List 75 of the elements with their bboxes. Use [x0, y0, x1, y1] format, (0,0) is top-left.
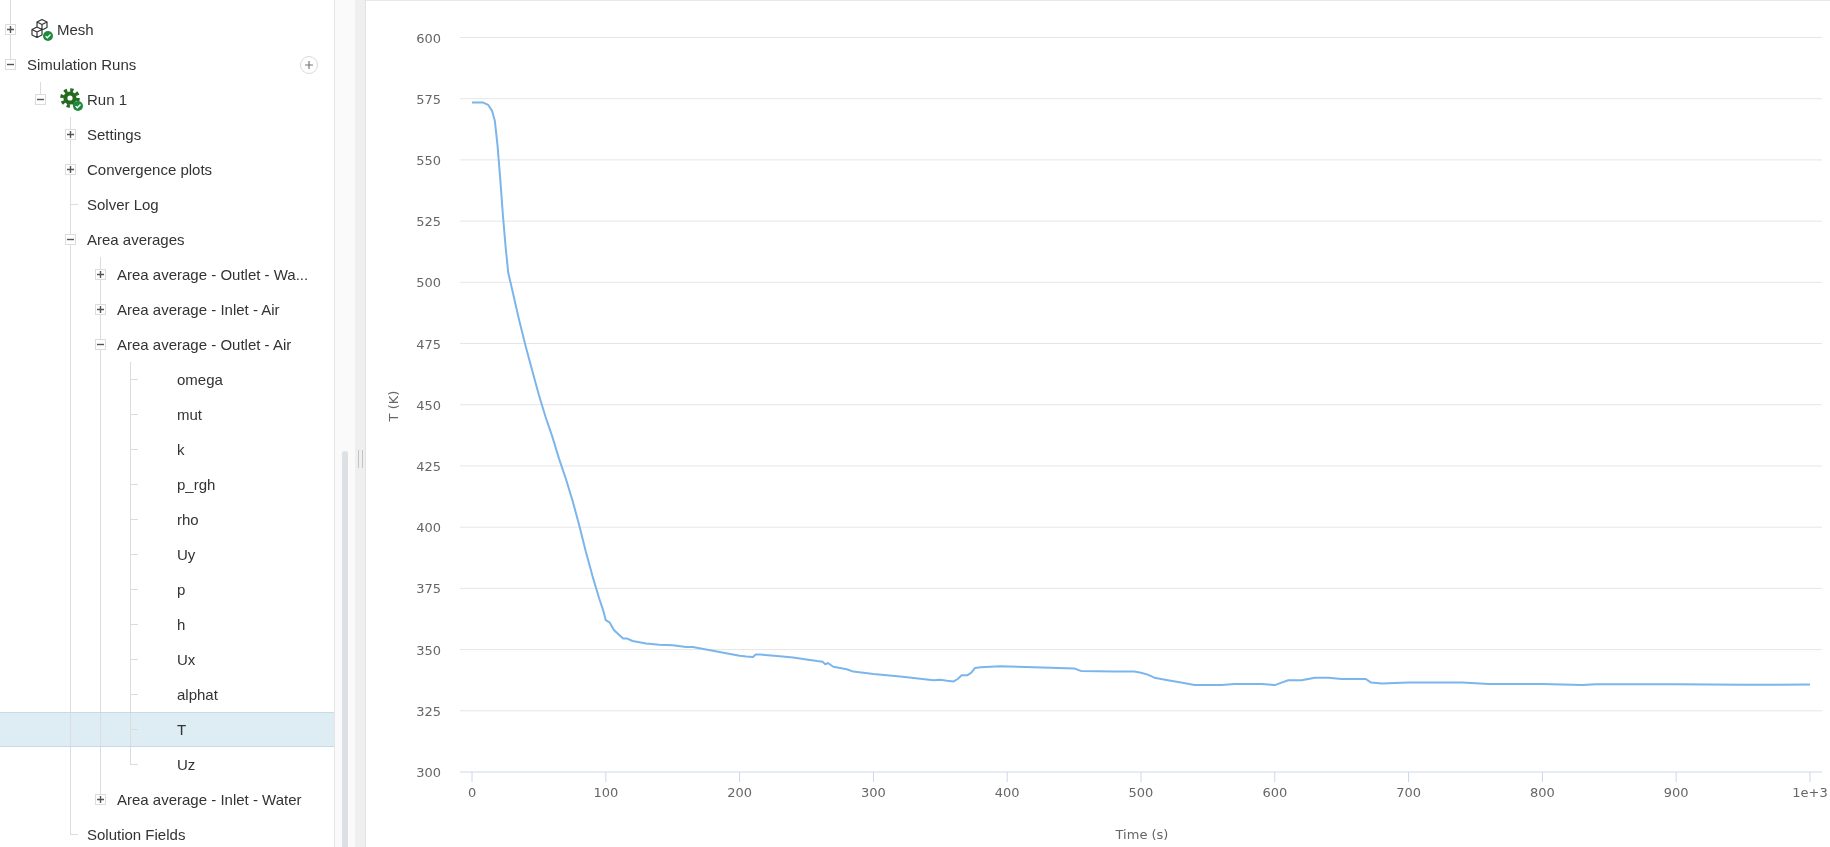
- x-axis-label: 600: [1262, 785, 1288, 800]
- x-axis-label: 0: [467, 785, 477, 800]
- y-axis-label: 450: [416, 397, 441, 413]
- tree-toggle[interactable]: [65, 129, 76, 140]
- tree-toggle[interactable]: [95, 339, 106, 350]
- y-axis-label: 525: [416, 214, 441, 230]
- minus-icon: [67, 236, 74, 243]
- minus-icon: [7, 61, 14, 68]
- tree-item[interactable]: k: [0, 432, 334, 467]
- grip-icon: [357, 450, 363, 468]
- x-axis-label: 400: [994, 785, 1020, 800]
- tree-item[interactable]: Convergence plots: [0, 152, 334, 187]
- plus-icon: [67, 131, 74, 138]
- tree-item[interactable]: Area average - Outlet - Wa...: [0, 257, 334, 292]
- tree-item[interactable]: Area averages: [0, 222, 334, 257]
- tree-toggle[interactable]: [5, 59, 16, 70]
- y-axis-label: 375: [416, 581, 441, 597]
- scrollbar-thumb[interactable]: [342, 451, 348, 847]
- y-axis-label: 550: [416, 152, 441, 168]
- y-axis-label: 600: [416, 30, 441, 46]
- tree-item[interactable]: Settings: [0, 117, 334, 152]
- tree-toggle[interactable]: [5, 24, 16, 35]
- plus-icon: [7, 26, 14, 33]
- tree-item[interactable]: Solver Log: [0, 187, 334, 222]
- tree-item[interactable]: p_rgh: [0, 467, 334, 502]
- tree-item[interactable]: omega: [0, 362, 334, 397]
- y-axis-label: 425: [416, 458, 441, 474]
- tree-toggle[interactable]: [95, 304, 106, 315]
- tree-item[interactable]: alphat: [0, 677, 334, 712]
- plus-icon: [305, 60, 313, 69]
- x-axis-label: 500: [1128, 785, 1154, 800]
- y-axis-label: 500: [416, 275, 441, 291]
- y-axis-label: 300: [416, 765, 441, 780]
- tree-item[interactable]: Area average - Inlet - Air: [0, 292, 334, 327]
- tree-item[interactable]: Ux: [0, 642, 334, 677]
- x-axis-label: 1e+3: [1792, 785, 1828, 800]
- tree-toggle[interactable]: [95, 269, 106, 280]
- plus-icon: [67, 166, 74, 173]
- y-axis-label: 350: [416, 642, 441, 658]
- tree-item[interactable]: Solution Fields: [0, 817, 334, 847]
- y-axis-label: 475: [416, 336, 441, 352]
- tree-item[interactable]: T: [0, 712, 334, 747]
- x-axis-label: 800: [1529, 785, 1555, 800]
- tree-toggle[interactable]: [95, 794, 106, 805]
- y-axis-label: 575: [416, 91, 441, 107]
- x-axis-label: 900: [1663, 785, 1689, 800]
- tree-item[interactable]: Uy: [0, 537, 334, 572]
- x-axis-label: 200: [727, 785, 753, 800]
- plus-icon: [97, 306, 104, 313]
- x-axis-label: 700: [1396, 785, 1421, 800]
- minus-icon: [97, 341, 104, 348]
- tree-item[interactable]: Simulation Runs: [0, 47, 334, 82]
- tree-toggle[interactable]: [65, 234, 76, 245]
- x-axis-label: 300: [861, 785, 886, 800]
- plus-icon: [97, 796, 104, 803]
- y-axis-label: 325: [416, 703, 441, 719]
- y-axis-label: 400: [416, 520, 441, 536]
- tree-item[interactable]: p: [0, 572, 334, 607]
- y-axis-title: T (K): [386, 390, 401, 422]
- tree-toggle[interactable]: [65, 164, 76, 175]
- tree-item[interactable]: Uz: [0, 747, 334, 782]
- tree-toggle[interactable]: [35, 94, 46, 105]
- tree-item[interactable]: rho: [0, 502, 334, 537]
- tree-item[interactable]: Run 1: [0, 82, 334, 117]
- gear-icon: [60, 87, 80, 108]
- x-axis-label: 100: [593, 785, 619, 800]
- minus-icon: [37, 96, 44, 103]
- tree-item[interactable]: mut: [0, 397, 334, 432]
- tree-item[interactable]: h: [0, 607, 334, 642]
- stacked-cubes-icon: [30, 17, 50, 38]
- plus-icon: [97, 271, 104, 278]
- x-axis-title: Time (s): [1115, 827, 1169, 842]
- tree-item[interactable]: Mesh: [0, 12, 334, 47]
- tree-item[interactable]: Area average - Inlet - Water: [0, 782, 334, 817]
- tree-item[interactable]: Area average - Outlet - Air: [0, 327, 334, 362]
